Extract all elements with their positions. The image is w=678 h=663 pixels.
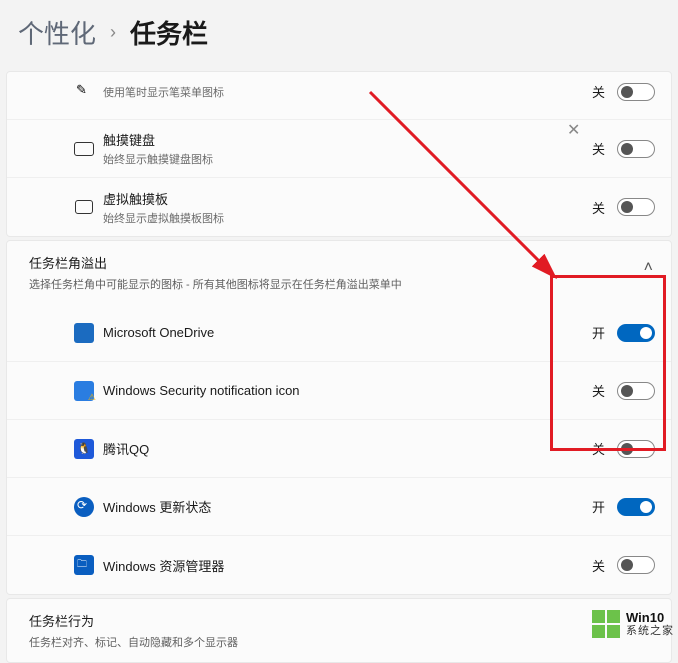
row-desc: 使用笔时显示笔菜单图标 xyxy=(103,84,592,100)
qq-toggle[interactable] xyxy=(617,440,655,458)
watermark-line2: 系统之家 xyxy=(626,625,674,637)
virtual-touchpad-toggle[interactable] xyxy=(617,198,655,216)
row-pen-menu[interactable]: ✕ 使用笔时显示笔菜单图标 关 xyxy=(7,72,671,120)
row-explorer[interactable]: Windows 资源管理器 关 xyxy=(7,536,671,594)
chevron-up-icon: ˄ xyxy=(644,259,653,277)
toggle-label: 关 xyxy=(592,381,605,400)
toggle-label: 关 xyxy=(592,439,605,458)
row-virtual-touchpad[interactable]: 虚拟触摸板 始终显示虚拟触摸板图标 关 xyxy=(7,178,671,236)
toggle-label: 关 xyxy=(592,82,605,101)
toggle-label: 关 xyxy=(592,198,605,217)
onedrive-icon xyxy=(73,322,95,344)
toggle-label: 开 xyxy=(592,497,605,516)
onedrive-toggle[interactable] xyxy=(617,324,655,342)
watermark-logo-icon xyxy=(592,610,620,638)
taskbar-corner-icons-panel: ✕ 使用笔时显示笔菜单图标 关 触摸键盘 始终显示触摸键盘图标 关 虚拟触摸板 … xyxy=(6,71,672,237)
security-icon xyxy=(73,380,95,402)
breadcrumb: 个性化 › 任务栏 xyxy=(0,0,678,71)
row-title: 触摸键盘 xyxy=(103,130,592,149)
watermark: Win10 系统之家 xyxy=(592,610,674,638)
row-security[interactable]: Windows Security notification icon 关 xyxy=(7,362,671,420)
pen-menu-toggle[interactable] xyxy=(617,83,655,101)
toggle-label: 关 xyxy=(592,139,605,158)
row-onedrive[interactable]: Microsoft OneDrive 开 xyxy=(7,304,671,362)
section-desc: 选择任务栏角中可能显示的图标 - 所有其他图标将显示在任务栏角溢出菜单中 xyxy=(29,276,402,292)
touch-keyboard-icon xyxy=(73,138,95,160)
explorer-icon xyxy=(73,554,95,576)
row-windows-update[interactable]: Windows 更新状态 开 xyxy=(7,478,671,536)
virtual-touchpad-icon xyxy=(73,196,95,218)
section-title: 任务栏角溢出 xyxy=(29,253,402,272)
row-title: 虚拟触摸板 xyxy=(103,189,592,208)
row-desc: 始终显示虚拟触摸板图标 xyxy=(103,210,592,226)
row-desc: 始终显示触摸键盘图标 xyxy=(103,151,592,167)
breadcrumb-parent[interactable]: 个性化 xyxy=(18,14,96,51)
taskbar-behavior-panel: 任务栏行为 任务栏对齐、标记、自动隐藏和多个显示器 xyxy=(6,598,672,663)
toggle-label: 开 xyxy=(592,323,605,342)
row-title: 腾讯QQ xyxy=(103,439,592,458)
windows-update-icon xyxy=(73,496,95,518)
breadcrumb-separator: › xyxy=(110,22,116,43)
row-title: Windows 资源管理器 xyxy=(103,556,592,575)
touch-keyboard-toggle[interactable] xyxy=(617,140,655,158)
taskbar-overflow-panel: 任务栏角溢出 选择任务栏角中可能显示的图标 - 所有其他图标将显示在任务栏角溢出… xyxy=(6,240,672,595)
qq-icon: 🐧 xyxy=(73,438,95,460)
row-title: Windows Security notification icon xyxy=(103,383,592,398)
pen-menu-icon xyxy=(73,81,95,103)
row-touch-keyboard[interactable]: 触摸键盘 始终显示触摸键盘图标 关 xyxy=(7,120,671,178)
toggle-label: 关 xyxy=(592,556,605,575)
security-toggle[interactable] xyxy=(617,382,655,400)
overflow-section-header[interactable]: 任务栏角溢出 选择任务栏角中可能显示的图标 - 所有其他图标将显示在任务栏角溢出… xyxy=(7,241,671,304)
row-qq[interactable]: 🐧 腾讯QQ 关 xyxy=(7,420,671,478)
section-title: 任务栏行为 xyxy=(29,611,238,630)
breadcrumb-current: 任务栏 xyxy=(130,14,208,51)
watermark-line1: Win10 xyxy=(626,611,674,625)
row-title: Windows 更新状态 xyxy=(103,497,592,516)
section-desc: 任务栏对齐、标记、自动隐藏和多个显示器 xyxy=(29,634,238,650)
behavior-section-header[interactable]: 任务栏行为 任务栏对齐、标记、自动隐藏和多个显示器 xyxy=(7,599,671,662)
explorer-toggle[interactable] xyxy=(617,556,655,574)
windows-update-toggle[interactable] xyxy=(617,498,655,516)
row-title: Microsoft OneDrive xyxy=(103,325,592,340)
